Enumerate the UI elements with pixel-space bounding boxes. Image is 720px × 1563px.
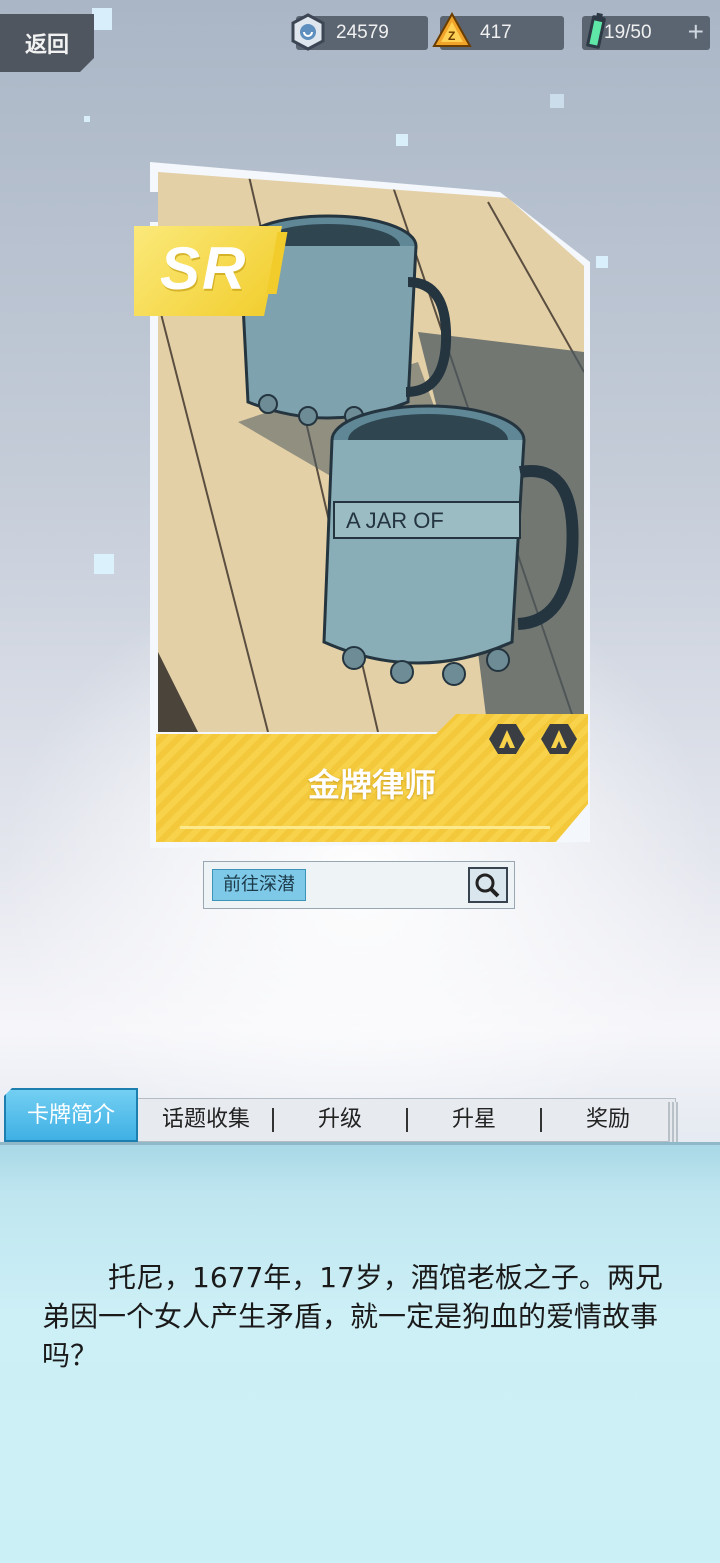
back-button[interactable]: 返回 — [0, 14, 94, 72]
decor-particle — [84, 116, 90, 122]
star-hex-icon — [541, 724, 577, 754]
coin-amount: 24579 — [336, 22, 389, 43]
dive-tag[interactable]: 前往深潜 — [212, 869, 306, 901]
add-energy-button[interactable]: + — [688, 16, 704, 48]
tab-upgrade[interactable]: 升级 — [274, 1098, 406, 1142]
rarity-badge: SR — [134, 226, 282, 316]
search-button[interactable] — [468, 867, 508, 903]
plate-divider — [180, 826, 550, 829]
gem-counter: Z 417 — [432, 12, 564, 50]
decor-particle — [396, 134, 408, 146]
card-name: 金牌律师 — [307, 766, 436, 804]
dive-search-bar[interactable]: 前往深潜 — [203, 861, 515, 909]
search-icon — [475, 873, 500, 898]
tab-rewards[interactable]: 奖励 — [542, 1098, 674, 1142]
energy-amount: 19/50 — [604, 22, 652, 43]
coin-counter: 24579 — [291, 13, 428, 51]
tab-card-intro[interactable]: 卡牌简介 — [4, 1088, 138, 1142]
coin-icon — [291, 13, 325, 51]
svg-text:Z: Z — [448, 29, 455, 43]
rarity-label: SR — [160, 235, 248, 302]
gem-icon: Z — [432, 12, 472, 47]
decor-particle — [92, 8, 112, 30]
decor-particle — [596, 256, 608, 268]
mug-engraving-text: A JAR OF — [346, 508, 444, 533]
card-description: 托尼，1677年，17岁，酒馆老板之子。两兄弟因一个女人产生矛盾，就一定是狗血的… — [42, 1261, 663, 1372]
star-hex-icon — [489, 724, 525, 754]
energy-counter: 19/50 + — [582, 12, 710, 50]
decor-particle — [94, 554, 114, 574]
gem-amount: 417 — [480, 22, 512, 43]
decor-particle — [550, 94, 564, 108]
tab-topic-collection[interactable]: 话题收集 — [140, 1098, 272, 1142]
tab-star-up[interactable]: 升星 — [408, 1098, 540, 1142]
